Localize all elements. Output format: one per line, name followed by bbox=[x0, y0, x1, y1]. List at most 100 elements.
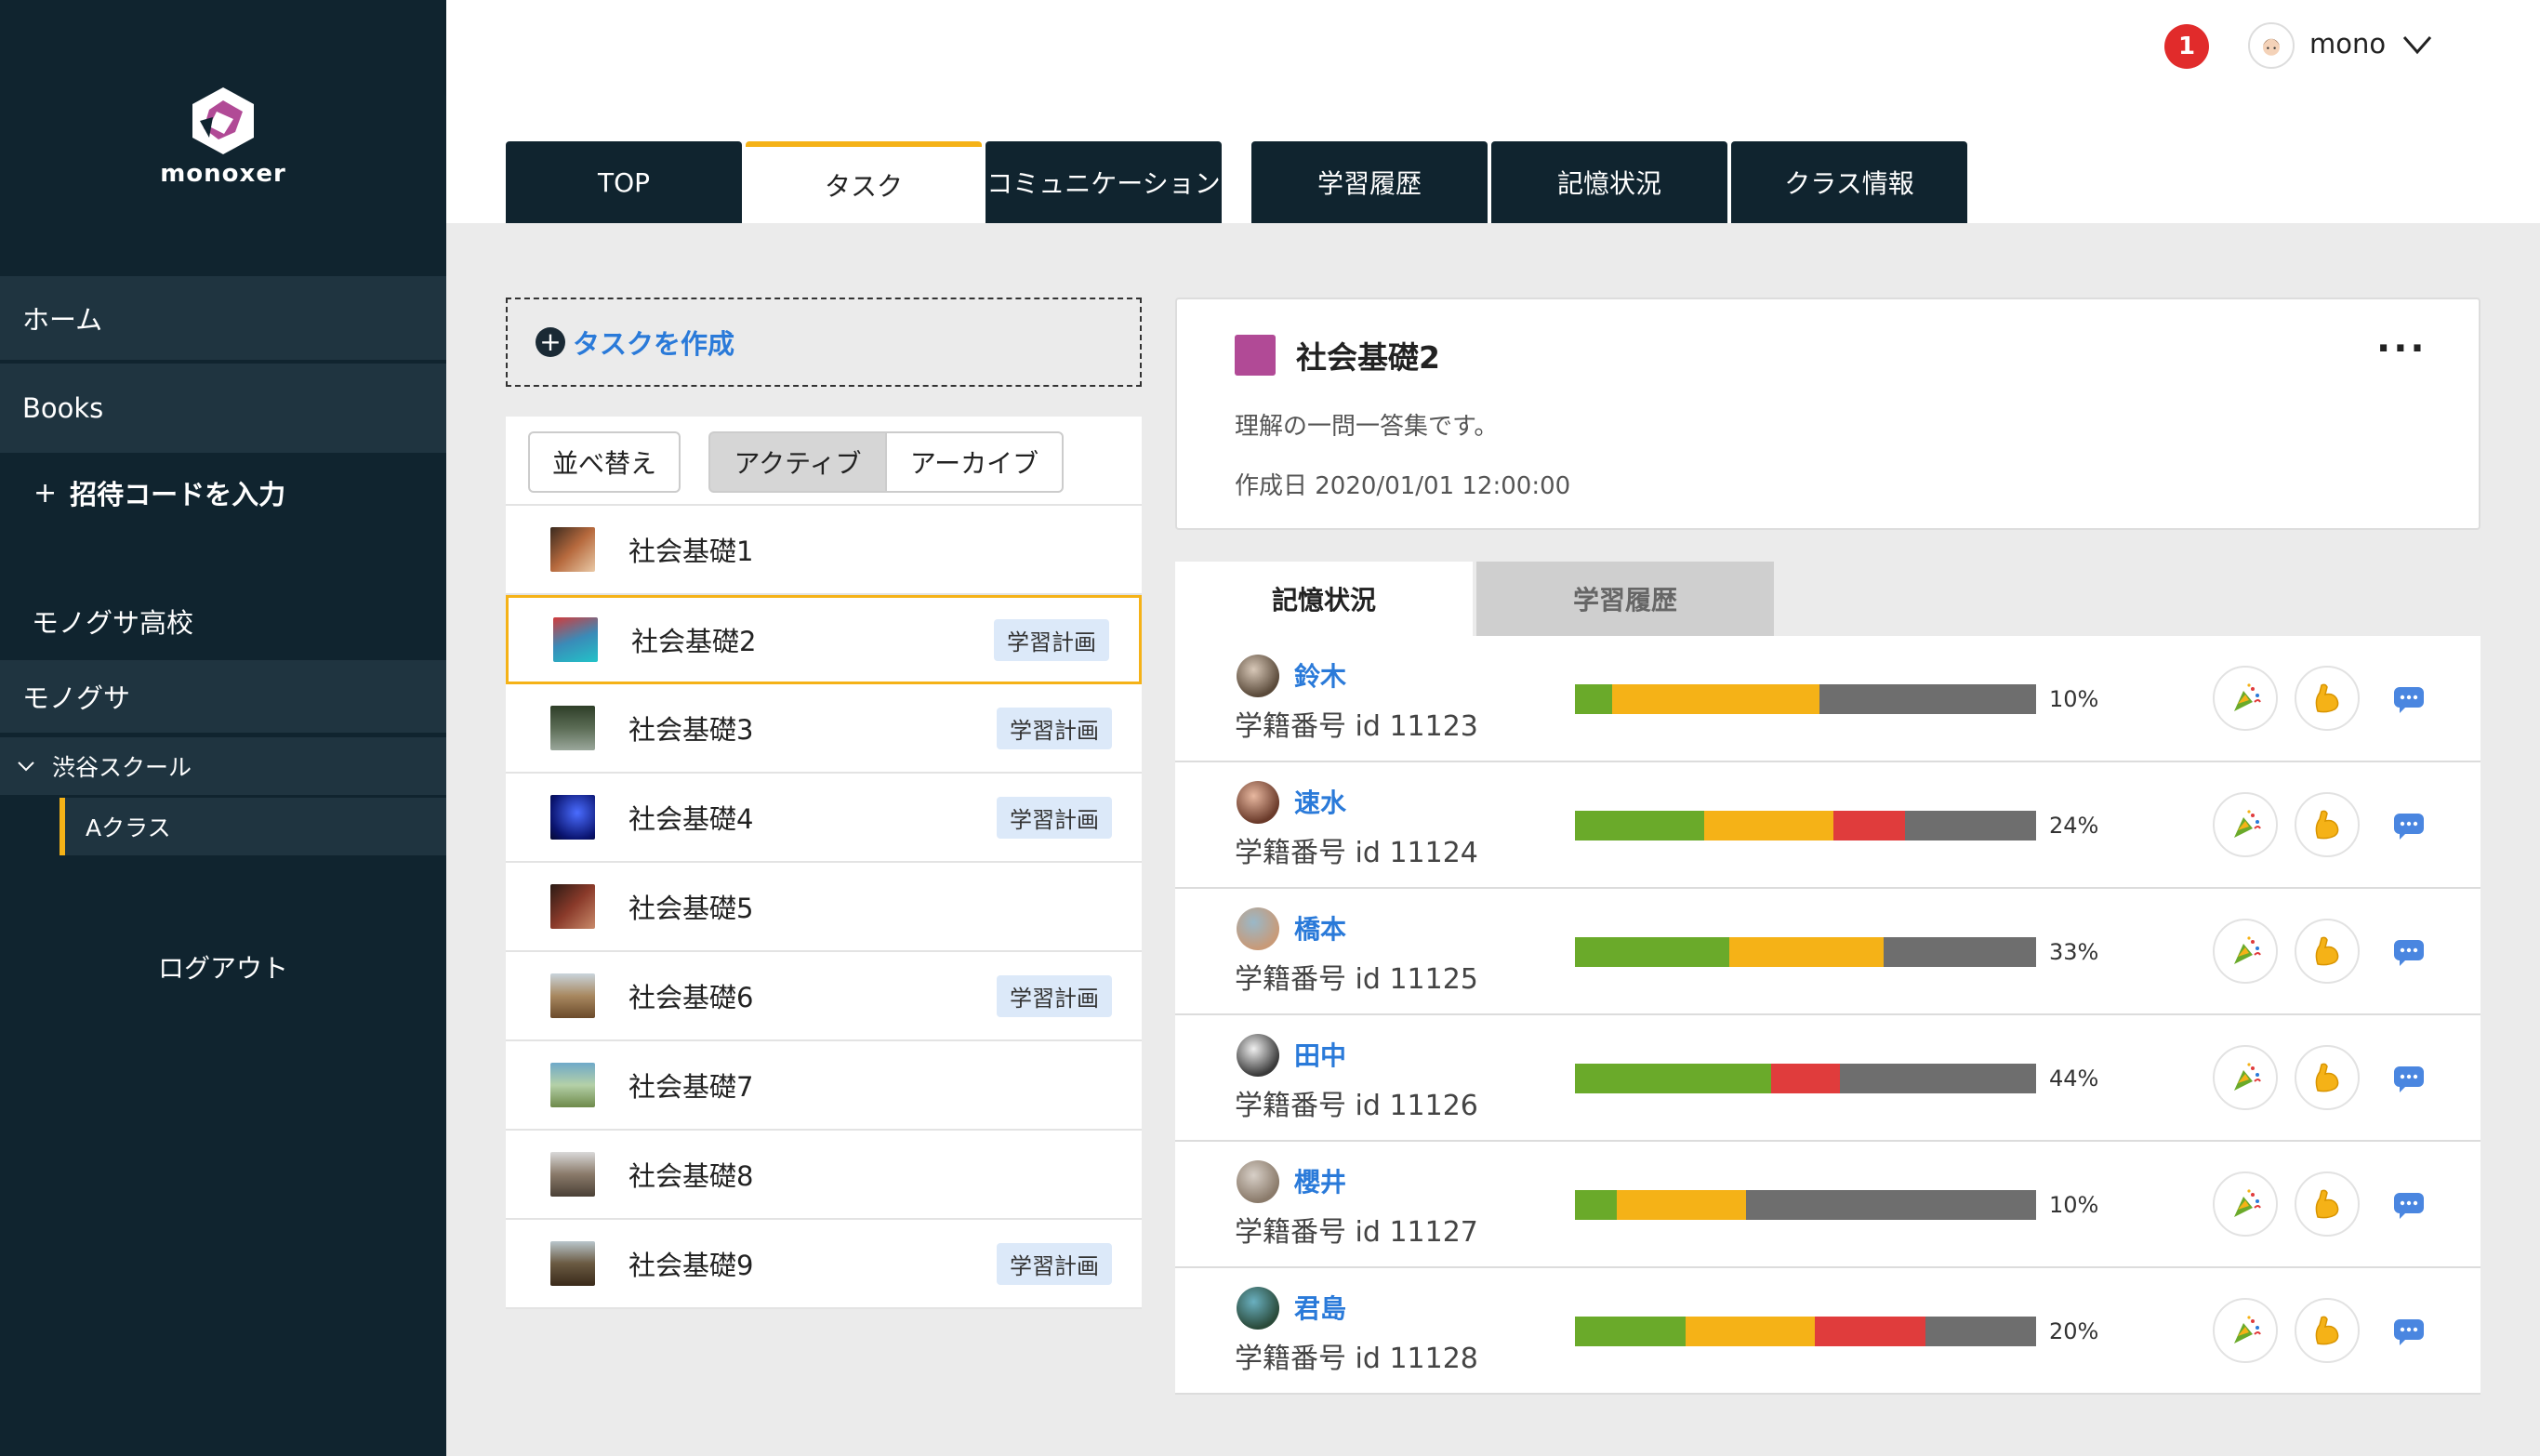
task-detail-card: 社会基礎2 ··· 理解の一問一答集です。 作成日 2020/01/01 12:… bbox=[1175, 298, 2480, 530]
logout-label: ログアウト bbox=[157, 953, 288, 984]
encourage-button[interactable] bbox=[2295, 1045, 2360, 1110]
student-list-panel: 鈴木 学籍番号 id 11123 10% 速水 学籍番号 id 11124 24% 橋本 学籍… bbox=[1175, 636, 2480, 1395]
message-button[interactable] bbox=[2376, 919, 2441, 984]
task-thumbnail bbox=[550, 973, 595, 1018]
tab-class-info[interactable]: クラス情報 bbox=[1731, 141, 1967, 223]
user-name[interactable]: mono bbox=[2309, 28, 2386, 60]
party-popper-icon bbox=[2234, 683, 2261, 711]
sidebar-item-branch[interactable]: 渋谷スクール bbox=[0, 737, 446, 795]
sidebar-item-label: ホーム bbox=[22, 304, 103, 336]
task-row[interactable]: 社会基礎4 学習計画 bbox=[506, 774, 1142, 863]
task-created-date: 作成日 2020/01/01 12:00:00 bbox=[1235, 472, 1571, 500]
tab-tasks[interactable]: タスク bbox=[746, 141, 982, 223]
student-id: 学籍番号 id 11124 bbox=[1235, 837, 1478, 869]
sidebar-item-books[interactable]: Books bbox=[0, 364, 446, 453]
top-bar bbox=[446, 0, 2540, 91]
sidebar-item-class[interactable]: Aクラス bbox=[60, 798, 446, 855]
app-logo[interactable]: monoxer bbox=[0, 84, 446, 195]
tab-memory[interactable]: 記憶状況 bbox=[1491, 141, 1727, 223]
student-name[interactable]: 君島 bbox=[1294, 1289, 1346, 1326]
notification-badge[interactable]: 1 bbox=[2164, 24, 2209, 69]
user-avatar[interactable] bbox=[2248, 22, 2295, 69]
memory-progress-bar bbox=[1575, 1190, 2036, 1220]
student-id: 学籍番号 id 11127 bbox=[1235, 1216, 1478, 1249]
chevron-down-icon bbox=[18, 761, 34, 772]
flexed-biceps-icon bbox=[2315, 1316, 2339, 1345]
sort-button[interactable]: 並べ替え bbox=[528, 431, 681, 493]
student-name[interactable]: 橋本 bbox=[1294, 909, 1346, 946]
chat-bubble-icon bbox=[2394, 1319, 2424, 1345]
student-row: 櫻井 学籍番号 id 11127 10% bbox=[1175, 1142, 2480, 1268]
progress-segment-yellow bbox=[1703, 811, 1833, 841]
chevron-down-icon[interactable] bbox=[2399, 26, 2436, 63]
celebrate-button[interactable] bbox=[2213, 666, 2278, 731]
celebrate-button[interactable] bbox=[2213, 919, 2278, 984]
student-row: 速水 学籍番号 id 11124 24% bbox=[1175, 762, 2480, 889]
encourage-button[interactable] bbox=[2295, 1171, 2360, 1237]
task-row[interactable]: 社会基礎6 学習計画 bbox=[506, 952, 1142, 1041]
subtab-memory-status[interactable]: 記憶状況 bbox=[1175, 562, 1473, 636]
progress-segment-red bbox=[1832, 811, 1905, 841]
celebrate-button[interactable] bbox=[2213, 1045, 2278, 1110]
student-id: 学籍番号 id 11125 bbox=[1235, 963, 1478, 996]
study-plan-badge: 学習計画 bbox=[997, 707, 1112, 749]
task-row[interactable]: 社会基礎3 学習計画 bbox=[506, 684, 1142, 774]
encourage-button[interactable] bbox=[2295, 792, 2360, 857]
task-name: 社会基礎6 bbox=[628, 982, 754, 1013]
memory-progress-bar bbox=[1575, 1064, 2036, 1093]
task-row[interactable]: 社会基礎8 bbox=[506, 1131, 1142, 1220]
create-task-button[interactable]: + タスクを作成 bbox=[506, 298, 1142, 387]
student-row: 田中 学籍番号 id 11126 44% bbox=[1175, 1015, 2480, 1142]
message-button[interactable] bbox=[2376, 1045, 2441, 1110]
student-name[interactable]: 櫻井 bbox=[1294, 1162, 1346, 1199]
progress-segment-green bbox=[1575, 684, 1612, 714]
encourage-button[interactable] bbox=[2295, 1298, 2360, 1363]
more-options-button[interactable]: ··· bbox=[2376, 327, 2428, 370]
student-name[interactable]: 速水 bbox=[1294, 783, 1346, 820]
message-button[interactable] bbox=[2376, 792, 2441, 857]
task-thumbnail bbox=[550, 1241, 595, 1286]
sidebar-item-home[interactable]: ホーム bbox=[0, 276, 446, 360]
student-name[interactable]: 鈴木 bbox=[1294, 656, 1346, 694]
student-name[interactable]: 田中 bbox=[1294, 1036, 1346, 1073]
encourage-button[interactable] bbox=[2295, 666, 2360, 731]
plus-icon: + bbox=[33, 476, 58, 510]
flexed-biceps-icon bbox=[2315, 1189, 2339, 1219]
progress-segment-red bbox=[1770, 1064, 1841, 1093]
encourage-button[interactable] bbox=[2295, 919, 2360, 984]
task-row[interactable]: 社会基礎5 bbox=[506, 863, 1142, 952]
tab-communication[interactable]: コミュニケーション bbox=[986, 141, 1222, 223]
sidebar-item-org[interactable]: モノグサ bbox=[0, 660, 446, 733]
sidebar-item-school[interactable]: モノグサ高校 bbox=[0, 586, 446, 656]
task-row[interactable]: 社会基礎7 bbox=[506, 1041, 1142, 1131]
sidebar-item-label: Books bbox=[22, 392, 104, 424]
archive-filter-button[interactable]: アーカイブ bbox=[885, 431, 1064, 493]
logout-button[interactable]: ログアウト bbox=[0, 939, 446, 995]
invite-code-label: 招待コードを入力 bbox=[70, 479, 286, 510]
active-filter-button[interactable]: アクティブ bbox=[708, 431, 887, 493]
task-row[interactable]: 社会基礎9 学習計画 bbox=[506, 1220, 1142, 1309]
task-name: 社会基礎9 bbox=[628, 1250, 754, 1281]
task-thumbnail bbox=[550, 884, 595, 929]
progress-segment-green bbox=[1575, 1317, 1687, 1346]
task-row[interactable]: 社会基礎1 bbox=[506, 506, 1142, 595]
flexed-biceps-icon bbox=[2315, 683, 2339, 713]
tab-history[interactable]: 学習履歴 bbox=[1251, 141, 1488, 223]
subtab-study-history[interactable]: 学習履歴 bbox=[1476, 562, 1774, 636]
task-description: 理解の一問一答集です。 bbox=[1235, 413, 1499, 441]
message-button[interactable] bbox=[2376, 666, 2441, 731]
celebrate-button[interactable] bbox=[2213, 1298, 2278, 1363]
memory-percentage: 10% bbox=[2049, 686, 2099, 712]
student-avatar bbox=[1237, 781, 1279, 824]
task-row[interactable]: 社会基礎2 学習計画 bbox=[506, 595, 1142, 684]
user-avatar-icon bbox=[2263, 38, 2280, 56]
invite-code-button[interactable]: + 招待コードを入力 bbox=[0, 456, 446, 530]
tab-top[interactable]: TOP bbox=[506, 141, 742, 223]
message-button[interactable] bbox=[2376, 1171, 2441, 1237]
progress-segment-yellow bbox=[1611, 684, 1819, 714]
chat-bubble-icon bbox=[2394, 940, 2424, 966]
message-button[interactable] bbox=[2376, 1298, 2441, 1363]
celebrate-button[interactable] bbox=[2213, 792, 2278, 857]
progress-segment-yellow bbox=[1729, 937, 1885, 967]
celebrate-button[interactable] bbox=[2213, 1171, 2278, 1237]
